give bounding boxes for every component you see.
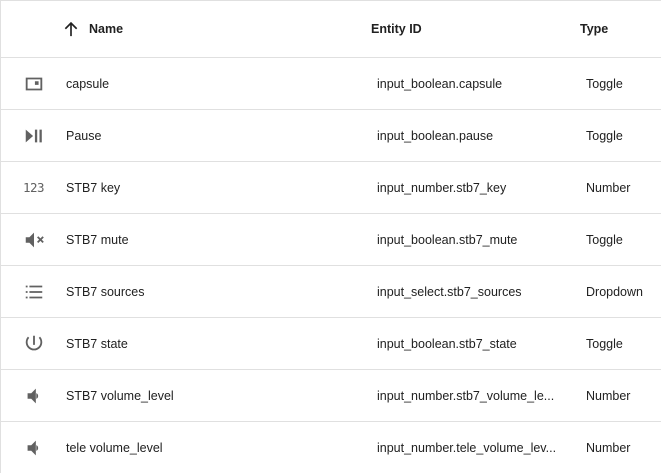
row-name: STB7 state	[66, 336, 128, 351]
table-row[interactable]: capsule input_boolean.capsule Toggle	[1, 58, 661, 110]
row-type: Number	[586, 180, 631, 195]
row-type: Number	[586, 388, 631, 403]
volume-icon	[22, 384, 46, 408]
header-entity-id[interactable]: Entity ID	[371, 22, 580, 36]
helpers-table: Name Entity ID Type capsule input_boolea…	[0, 0, 661, 473]
power-icon	[22, 332, 46, 356]
row-entity-id: input_boolean.pause	[377, 128, 494, 143]
table-row[interactable]: STB7 mute input_boolean.stb7_mute Toggle	[1, 214, 661, 266]
table-row[interactable]: 123 STB7 key input_number.stb7_key Numbe…	[1, 162, 661, 214]
row-name: capsule	[66, 76, 110, 91]
row-name: STB7 sources	[66, 284, 145, 299]
row-type: Toggle	[586, 232, 623, 247]
row-type: Toggle	[586, 76, 623, 91]
row-name: tele volume_level	[66, 440, 163, 455]
header-name-label: Name	[89, 22, 124, 36]
numeric-icon: 123	[22, 180, 45, 195]
row-type: Number	[586, 440, 631, 455]
row-name: STB7 volume_level	[66, 388, 174, 403]
card-icon	[22, 72, 46, 96]
row-entity-id: input_boolean.stb7_state	[377, 336, 517, 351]
play-pause-icon	[22, 124, 46, 148]
row-name: Pause	[66, 128, 102, 143]
row-entity-id: input_select.stb7_sources	[377, 284, 522, 299]
row-entity-id: input_boolean.capsule	[377, 76, 503, 91]
table-row[interactable]: STB7 state input_boolean.stb7_state Togg…	[1, 318, 661, 370]
row-name: STB7 key	[66, 180, 121, 195]
table-row[interactable]: STB7 sources input_select.stb7_sources D…	[1, 266, 661, 318]
row-type: Toggle	[586, 128, 623, 143]
table-row[interactable]: Pause input_boolean.pause Toggle	[1, 110, 661, 162]
row-entity-id: input_boolean.stb7_mute	[377, 232, 518, 247]
row-entity-id: input_number.stb7_volume_le...	[377, 388, 555, 403]
list-icon	[22, 280, 46, 304]
volume-icon	[22, 436, 46, 460]
volume-off-icon	[22, 228, 46, 252]
arrow-up-icon[interactable]	[60, 18, 82, 40]
row-entity-id: input_number.stb7_key	[377, 180, 507, 195]
table-header: Name Entity ID Type	[1, 1, 661, 58]
table-row[interactable]: STB7 volume_level input_number.stb7_volu…	[1, 370, 661, 422]
row-entity-id: input_number.tele_volume_lev...	[377, 440, 557, 455]
table-row[interactable]: tele volume_level input_number.tele_volu…	[1, 422, 661, 473]
row-type: Toggle	[586, 336, 623, 351]
row-type: Dropdown	[586, 284, 643, 299]
row-name: STB7 mute	[66, 232, 129, 247]
header-type[interactable]: Type	[580, 22, 661, 36]
header-name[interactable]: Name	[60, 18, 371, 40]
